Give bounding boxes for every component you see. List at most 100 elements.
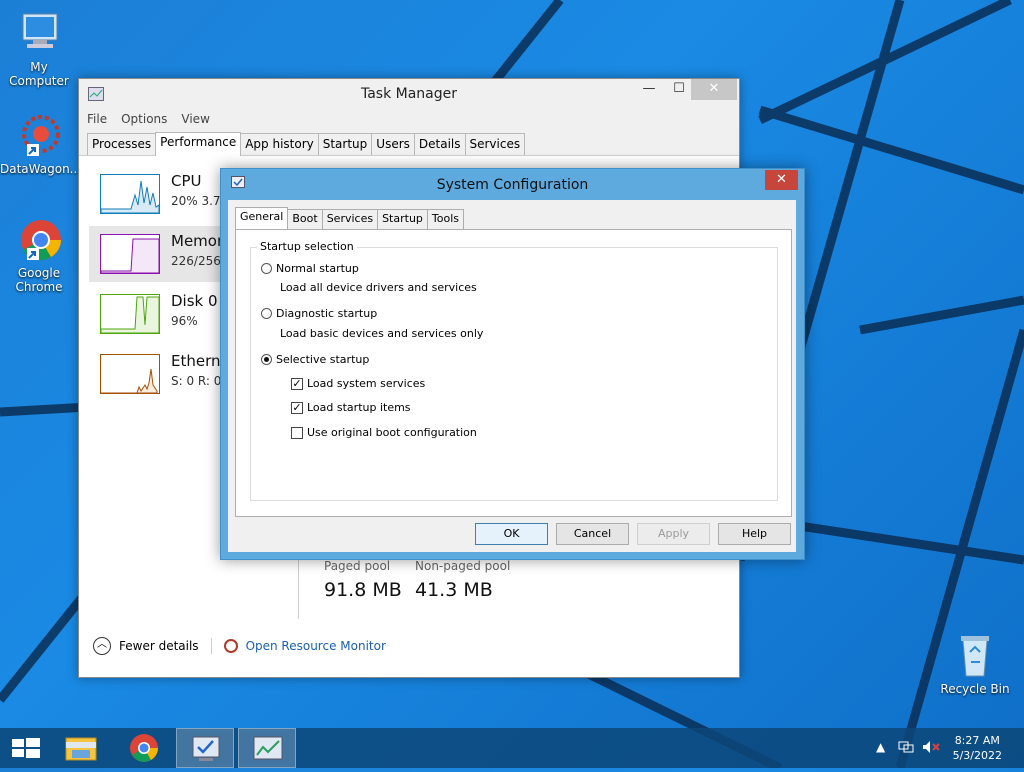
- collapse-icon[interactable]: ︿: [93, 637, 111, 655]
- taskbar-chrome[interactable]: [115, 728, 173, 768]
- dialog-client-area: General Boot Services Startup Tools Star…: [228, 200, 796, 552]
- paged-pool-label: Paged pool: [324, 559, 391, 573]
- normal-startup-radio[interactable]: Normal startup: [261, 262, 359, 275]
- desktop-icon-google-chrome[interactable]: Google Chrome: [0, 216, 78, 294]
- detail-separator: [298, 559, 299, 619]
- volume-muted-icon[interactable]: [922, 740, 940, 757]
- desktop-icon-label: Recycle Bin: [940, 682, 1010, 696]
- selective-startup-label: Selective startup: [276, 353, 370, 366]
- nonpaged-pool-value: 41.3 MB: [415, 579, 493, 601]
- menu-view[interactable]: View: [181, 112, 209, 126]
- checkbox-indicator[interactable]: ✓: [291, 401, 303, 414]
- tab-boot[interactable]: Boot: [287, 209, 323, 229]
- ethernet-mini-graph: [100, 354, 160, 394]
- task-manager-tabs: Processes Performance App history Startu…: [79, 129, 739, 156]
- recycle-bin-icon: [951, 632, 999, 680]
- start-button[interactable]: [0, 728, 58, 768]
- tab-startup[interactable]: Startup: [377, 209, 428, 229]
- paged-pool-value: 91.8 MB: [324, 579, 402, 601]
- load-startup-items-checkbox[interactable]: ✓ Load startup items: [291, 401, 411, 414]
- startup-selection-group: Startup selection Normal startup Load al…: [250, 240, 778, 501]
- taskbar: ▲ 8:27 AM 5/3/2022: [0, 728, 1024, 768]
- taskbar-system-configuration[interactable]: [176, 728, 234, 768]
- fewer-details-link[interactable]: Fewer details: [119, 639, 199, 653]
- tab-app-history[interactable]: App history: [240, 133, 319, 155]
- perf-item-value: 96%: [171, 314, 198, 328]
- radio-indicator[interactable]: [261, 308, 272, 319]
- desktop-icon-label: Google Chrome: [15, 266, 63, 294]
- perf-item-name: CPU: [171, 172, 202, 190]
- msconfig-icon: [192, 736, 220, 761]
- desktop-icon-my-computer[interactable]: My Computer: [0, 10, 78, 88]
- perf-item-name: Memor: [171, 232, 224, 250]
- minimize-button[interactable]: —: [634, 79, 664, 100]
- tab-details[interactable]: Details: [413, 133, 466, 155]
- load-system-services-label: Load system services: [307, 377, 426, 390]
- tab-tools[interactable]: Tools: [426, 209, 465, 229]
- task-manager-menubar: File Options View: [79, 109, 739, 129]
- tab-services[interactable]: Services: [321, 209, 379, 229]
- open-resource-monitor-link[interactable]: Open Resource Monitor: [246, 639, 386, 653]
- memory-mini-graph: [100, 234, 160, 274]
- task-manager-icon: [253, 736, 283, 760]
- checkbox-indicator[interactable]: [291, 426, 303, 439]
- resource-monitor-icon: [223, 639, 238, 653]
- tab-processes[interactable]: Processes: [87, 133, 157, 155]
- chrome-icon: [15, 216, 63, 264]
- dialog-close-button[interactable]: ✕: [765, 170, 798, 190]
- task-manager-footer: ︿ Fewer details Open Resource Monitor: [93, 637, 386, 655]
- computer-icon: [15, 10, 63, 58]
- diagnostic-startup-description: Load basic devices and services only: [280, 327, 484, 340]
- maximize-button[interactable]: ☐: [664, 79, 694, 100]
- clock-date: 5/3/2022: [952, 749, 1002, 762]
- disk-mini-graph: [100, 294, 160, 334]
- diagnostic-startup-radio[interactable]: Diagnostic startup: [261, 307, 377, 320]
- cancel-button[interactable]: Cancel: [556, 523, 629, 545]
- tab-services[interactable]: Services: [464, 133, 526, 155]
- system-config-tabs: General Boot Services Startup Tools: [235, 207, 465, 230]
- network-icon[interactable]: [898, 740, 914, 757]
- normal-startup-description: Load all device drivers and services: [280, 281, 477, 294]
- desktop-icon-label: DataWagon...: [0, 162, 82, 176]
- general-tab-panel: Startup selection Normal startup Load al…: [235, 229, 792, 517]
- clock-time: 8:27 AM: [954, 734, 1000, 747]
- folder-icon: [65, 737, 97, 761]
- selective-startup-radio[interactable]: Selective startup: [261, 353, 369, 366]
- task-manager-titlebar[interactable]: Task Manager — ☐ ✕: [79, 79, 739, 109]
- footer-divider: [210, 638, 212, 654]
- datawagon-icon: [15, 112, 63, 160]
- load-startup-items-label: Load startup items: [307, 401, 411, 414]
- startup-selection-label: Startup selection: [257, 240, 357, 253]
- desktop-icon-datawagon[interactable]: DataWagon...: [0, 112, 82, 176]
- ok-button[interactable]: OK: [475, 523, 548, 545]
- nonpaged-pool: Non-paged pool 41.3 MB: [415, 559, 510, 601]
- menu-file[interactable]: File: [87, 112, 107, 126]
- system-configuration-dialog[interactable]: System Configuration ✕ General Boot Serv…: [220, 168, 805, 560]
- menu-options[interactable]: Options: [121, 112, 167, 126]
- tab-startup[interactable]: Startup: [317, 133, 373, 155]
- windows-logo-icon: [12, 738, 40, 758]
- nonpaged-pool-label: Non-paged pool: [415, 559, 511, 573]
- paged-pool: Paged pool 91.8 MB: [324, 559, 402, 601]
- checkbox-indicator[interactable]: ✓: [291, 377, 303, 390]
- help-button[interactable]: Help: [718, 523, 791, 545]
- system-configuration-title: System Configuration: [436, 177, 589, 193]
- radio-indicator[interactable]: [261, 354, 272, 365]
- taskbar-clock[interactable]: 8:27 AM 5/3/2022: [953, 733, 1002, 763]
- tab-performance[interactable]: Performance: [155, 132, 242, 156]
- taskbar-file-explorer[interactable]: [52, 728, 110, 768]
- show-hidden-icons[interactable]: ▲: [876, 740, 885, 754]
- use-original-boot-label: Use original boot configuration: [307, 426, 477, 439]
- apply-button[interactable]: Apply: [637, 523, 710, 545]
- load-system-services-checkbox[interactable]: ✓ Load system services: [291, 377, 425, 390]
- tab-general[interactable]: General: [235, 207, 289, 230]
- normal-startup-label: Normal startup: [276, 262, 359, 275]
- close-button[interactable]: ✕: [691, 79, 737, 100]
- cpu-mini-graph: [100, 174, 160, 214]
- radio-indicator[interactable]: [261, 263, 272, 274]
- tab-users[interactable]: Users: [371, 133, 415, 155]
- taskbar-task-manager[interactable]: [238, 728, 296, 768]
- use-original-boot-checkbox[interactable]: Use original boot configuration: [291, 426, 477, 439]
- diagnostic-startup-label: Diagnostic startup: [276, 307, 378, 320]
- desktop-icon-recycle-bin[interactable]: Recycle Bin: [936, 632, 1014, 696]
